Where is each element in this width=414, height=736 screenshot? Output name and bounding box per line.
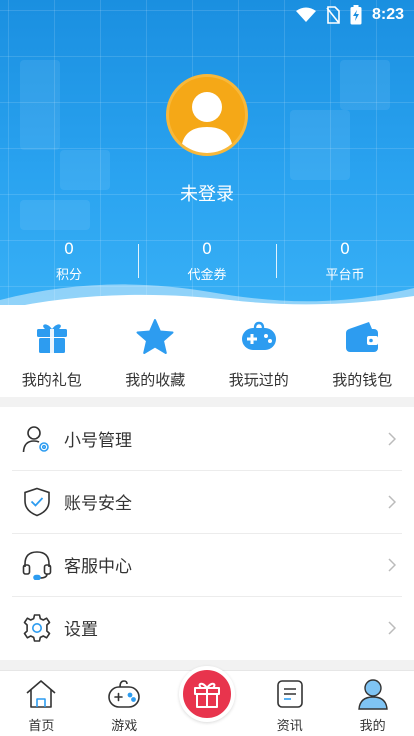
home-icon [24, 677, 58, 711]
stat-value: 0 [201, 239, 213, 258]
nav-label: 我的 [359, 719, 386, 734]
stat-label: 积分 [55, 268, 82, 283]
stat-platform-coins[interactable]: 0 平台币 [276, 238, 414, 286]
shield-check-icon [22, 487, 52, 517]
stat-label: 平台币 [325, 268, 365, 283]
quick-label: 我玩过的 [228, 371, 289, 389]
user-icon [356, 677, 390, 711]
gamepad-outline-icon [107, 677, 141, 711]
stat-value: 0 [63, 239, 75, 258]
chevron-right-icon [382, 557, 402, 572]
login-status-text[interactable]: 未登录 [0, 180, 414, 206]
user-settings-icon [22, 424, 52, 454]
decor-square [340, 60, 390, 110]
gear-icon [22, 613, 52, 643]
quick-my-gifts[interactable]: 我的礼包 [0, 305, 104, 397]
decor-square [290, 110, 350, 180]
menu-label: 设置 [64, 620, 98, 640]
wifi-icon [295, 7, 316, 23]
news-icon [273, 677, 307, 711]
status-time: 8:23 [371, 6, 404, 23]
stat-value: 0 [339, 239, 351, 258]
status-bar: 8:23 [0, 0, 414, 30]
menu-item-sub-accounts[interactable]: 小号管理 [0, 407, 414, 470]
settings-menu: 小号管理 账号安全 客服中心 设置 [0, 407, 414, 660]
stat-points[interactable]: 0 积分 [0, 238, 138, 286]
menu-label: 小号管理 [64, 431, 132, 451]
headset-icon [22, 550, 52, 580]
quick-label: 我的礼包 [21, 371, 82, 389]
quick-my-wallet[interactable]: 我的钱包 [311, 305, 414, 397]
quick-my-favorites[interactable]: 我的收藏 [104, 305, 208, 397]
nav-news[interactable]: 资讯 [248, 671, 331, 736]
menu-item-customer-service[interactable]: 客服中心 [0, 533, 414, 596]
default-avatar-icon [181, 92, 233, 153]
nav-label: 资讯 [276, 719, 303, 734]
menu-label: 客服中心 [64, 557, 132, 577]
nav-label: 首页 [28, 719, 55, 734]
nav-home[interactable]: 首页 [0, 671, 83, 736]
profile-header: 8:23 未登录 0 积分 0 代金券 0 平台币 [0, 0, 414, 320]
gamepad-icon [239, 317, 279, 357]
gift-icon [32, 317, 72, 357]
quick-label: 我的钱包 [332, 371, 393, 389]
nav-label: 游戏 [111, 719, 138, 734]
star-icon [135, 317, 175, 357]
battery-charging-icon [350, 5, 362, 25]
nav-games[interactable]: 游戏 [83, 671, 166, 736]
avatar[interactable] [166, 74, 248, 156]
menu-item-settings[interactable]: 设置 [0, 596, 414, 659]
chevron-right-icon [382, 620, 402, 635]
decor-square [20, 60, 60, 150]
quick-played-games[interactable]: 我玩过的 [207, 305, 311, 397]
quick-label: 我的收藏 [125, 371, 186, 389]
wallet-icon [342, 317, 382, 357]
stats-row: 0 积分 0 代金券 0 平台币 [0, 238, 414, 286]
no-sim-icon [326, 6, 340, 24]
stat-label: 代金券 [187, 268, 227, 283]
chevron-right-icon [382, 494, 402, 509]
chevron-right-icon [382, 431, 402, 446]
menu-label: 账号安全 [64, 494, 132, 514]
menu-item-account-security[interactable]: 账号安全 [0, 470, 414, 533]
stat-vouchers[interactable]: 0 代金券 [138, 238, 276, 286]
nav-mine[interactable]: 我的 [331, 671, 414, 736]
gift-center-button[interactable] [179, 666, 235, 722]
gift-center-icon [194, 682, 220, 708]
quick-actions: 我的礼包 我的收藏 我玩过的 我的钱包 [0, 305, 414, 397]
